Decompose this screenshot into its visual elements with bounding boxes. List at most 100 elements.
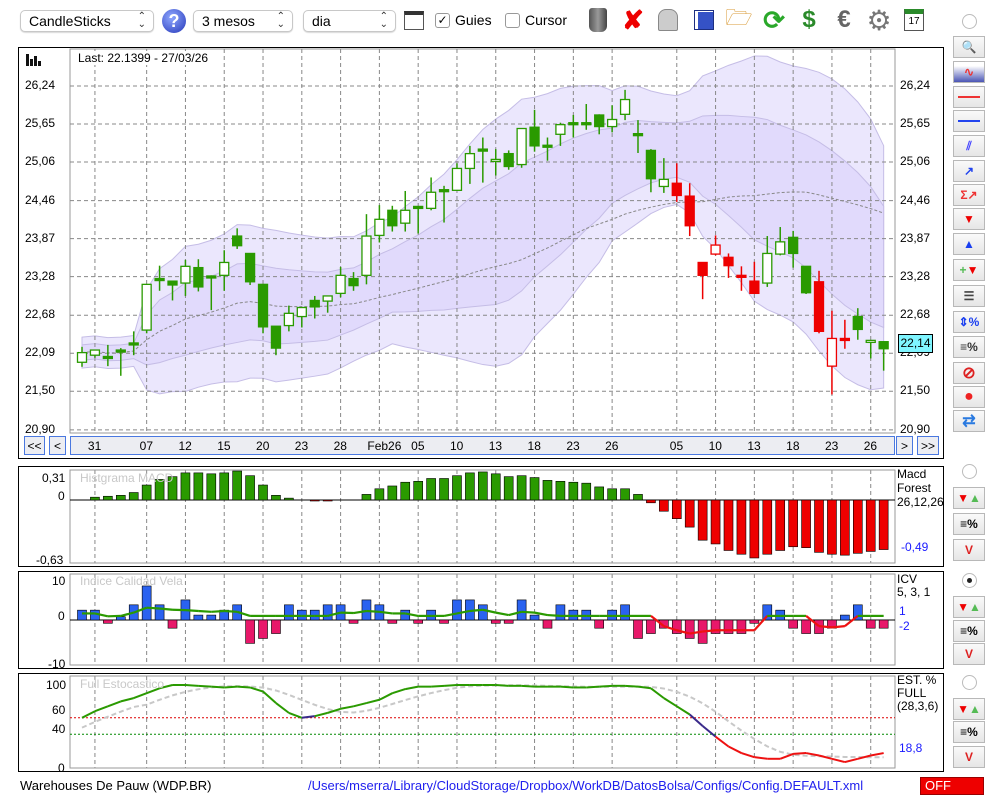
icv-bar xyxy=(684,619,695,639)
icv-indicator-button[interactable]: V xyxy=(953,643,985,665)
scroll-prev-button[interactable]: < xyxy=(49,436,66,455)
date-axis-label: 13 xyxy=(488,439,503,453)
panel-radio-stoch[interactable] xyxy=(962,675,977,690)
price-axis-label: 23,28 xyxy=(25,268,56,283)
macd-bar xyxy=(309,499,320,502)
lines-percent-icon: ≡% xyxy=(960,517,978,531)
channel-button[interactable]: ⫽ xyxy=(953,135,985,157)
macd-bar xyxy=(413,480,423,501)
macd-bar xyxy=(827,499,837,555)
candle-body xyxy=(232,235,243,247)
swap-button[interactable]: ⇄ xyxy=(953,410,985,432)
record-button[interactable]: ● xyxy=(953,386,985,408)
candle-body xyxy=(606,118,618,128)
stoch-percent-button[interactable]: ≡% xyxy=(953,721,985,743)
stoch-k-line xyxy=(185,684,199,687)
scroll-next-button[interactable]: > xyxy=(896,436,913,455)
candle-body xyxy=(826,337,838,367)
panel-radio-macd[interactable] xyxy=(962,464,977,479)
date-axis-label: 20 xyxy=(256,439,270,453)
stoch-k-line xyxy=(133,692,148,700)
arrow-up-button[interactable]: ▲ xyxy=(953,233,985,255)
status-off-button[interactable]: OFF xyxy=(920,777,984,795)
macd-indicator-button[interactable]: V xyxy=(953,539,985,561)
macd-bar xyxy=(697,499,708,541)
icv-percent-button[interactable]: ≡% xyxy=(953,620,985,642)
price-axis-label: 22,68 xyxy=(900,307,931,322)
macd-bar xyxy=(284,497,294,501)
icv-bar xyxy=(878,619,889,629)
volume-overlay-button[interactable]: ∿ xyxy=(953,61,985,83)
candle-body xyxy=(632,133,644,137)
macd-bar xyxy=(852,499,863,554)
icv-bar xyxy=(439,619,449,624)
blue-line-button[interactable] xyxy=(953,110,985,132)
macd-percent-button[interactable]: ≡% xyxy=(953,513,985,535)
macd-bar xyxy=(400,481,411,501)
candle-body xyxy=(736,274,747,278)
stoch-signals-button[interactable]: ▼▲ xyxy=(953,698,985,720)
stoch-k-line xyxy=(741,752,755,759)
macd-bar xyxy=(258,484,268,501)
candle-body xyxy=(839,337,851,342)
lines-percent-icon: ≡% xyxy=(960,340,978,354)
macd-tick: -0,63 xyxy=(36,553,64,567)
stoch-k-line xyxy=(224,685,238,689)
candle-body xyxy=(800,265,812,294)
stoch-name: EST. % xyxy=(897,673,937,687)
candle-body xyxy=(671,182,682,197)
icv-signal-line xyxy=(198,609,212,613)
icv-bar xyxy=(490,619,501,624)
date-axis-label: 31 xyxy=(87,439,102,453)
trendline-button[interactable]: ↗ xyxy=(953,160,985,182)
date-axis-label: 26 xyxy=(605,439,619,453)
icv-bar xyxy=(206,614,217,621)
stoch-tick: 100 xyxy=(46,678,67,692)
stoch-tick: 60 xyxy=(52,703,66,717)
add-signal-button[interactable]: +▼ xyxy=(953,259,985,281)
config-path-link[interactable]: /Users/mserra/Library/CloudStorage/Dropb… xyxy=(308,778,863,793)
macd-bar xyxy=(439,478,449,501)
stoch-indicator-button[interactable]: V xyxy=(953,746,985,768)
lines-percent-button[interactable]: ≡% xyxy=(953,336,985,358)
stoch-k-line xyxy=(443,684,458,687)
grid-lines-button[interactable]: ☰ xyxy=(953,285,985,307)
icv-signals-button[interactable]: ▼▲ xyxy=(953,596,985,618)
icv-signal-line xyxy=(831,625,845,629)
candle-body xyxy=(128,342,139,346)
macd-bar xyxy=(361,494,372,501)
lines-percent-icon: ≡% xyxy=(960,624,978,638)
candle-body xyxy=(477,148,488,152)
scroll-last-button[interactable]: >> xyxy=(917,436,939,455)
candle-body xyxy=(568,122,579,126)
range-percent-button[interactable]: ⇕% xyxy=(953,311,985,333)
icv-bar xyxy=(633,619,643,639)
price-axis-label: 25,06 xyxy=(900,153,931,168)
macd-bar xyxy=(594,486,605,501)
arrow-up-icon: ▲ xyxy=(963,237,975,251)
zoom-button[interactable]: 🔍 xyxy=(953,36,985,58)
stoch-k-line xyxy=(301,715,315,719)
macd-bar xyxy=(206,473,217,501)
sum-trendline-button[interactable]: Σ↗ xyxy=(953,184,985,206)
icv-bar xyxy=(555,604,566,621)
panel-radio-icv[interactable] xyxy=(962,573,977,588)
macd-signals-button[interactable]: ▼▲ xyxy=(953,487,985,509)
macd-bar xyxy=(478,471,488,501)
candle-body xyxy=(270,325,282,349)
indicator-v-icon: V xyxy=(964,543,973,557)
candle-body xyxy=(490,158,501,163)
macd-bar xyxy=(865,499,876,552)
scroll-first-button[interactable]: << xyxy=(24,436,45,455)
volume-bars-icon[interactable] xyxy=(26,52,46,66)
red-line-button[interactable] xyxy=(953,86,985,108)
date-scrollbar[interactable] xyxy=(70,436,895,455)
icv-bar xyxy=(723,619,734,634)
candle-body xyxy=(309,299,320,308)
candle-body xyxy=(529,126,540,147)
macd-bar xyxy=(607,488,617,501)
prohibit-button[interactable]: ⊘ xyxy=(953,362,985,384)
candle-body xyxy=(167,280,178,286)
lines-percent-icon: ≡% xyxy=(960,725,978,739)
arrow-down-button[interactable]: ▼ xyxy=(953,208,985,230)
